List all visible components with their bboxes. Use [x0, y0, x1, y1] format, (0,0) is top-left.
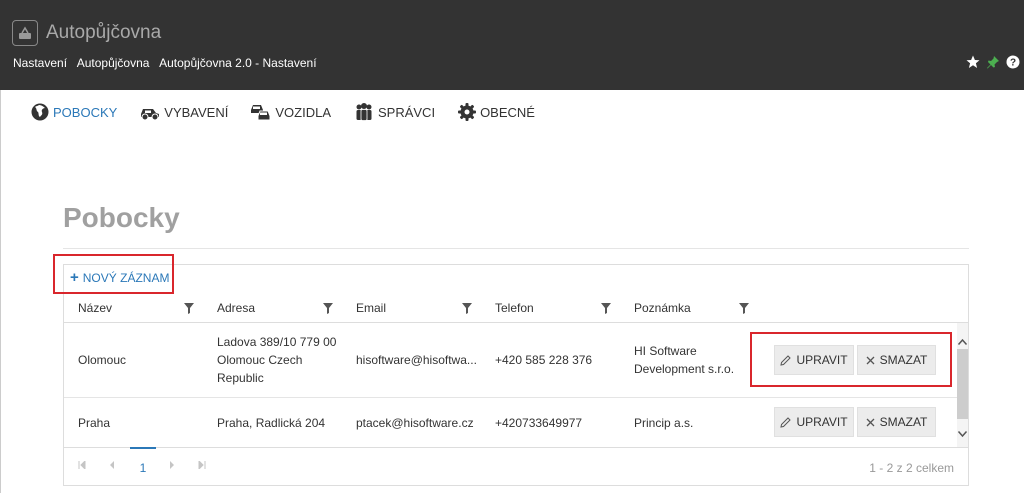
pencil-icon — [780, 416, 792, 428]
breadcrumb: Nastavení Autopůjčovna Autopůjčovna 2.0 … — [13, 56, 324, 70]
scrollbar-thumb[interactable] — [957, 349, 968, 419]
globe-icon — [31, 103, 49, 121]
nav-item-label: VOZIDLA — [275, 104, 331, 120]
settings-nav: POBOCKY VYBAVENÍ VOZIDLA SPRÁVCI OBECNÉ — [30, 102, 535, 122]
breadcrumb-item-rental[interactable]: Autopůjčovna — [77, 56, 150, 70]
breadcrumb-item-settings[interactable]: Nastavení — [13, 56, 67, 70]
users-icon — [356, 103, 372, 121]
edit-button[interactable]: UPRAVIT — [774, 407, 854, 437]
column-header-email[interactable]: Email — [356, 301, 386, 315]
app-logo-icon — [12, 20, 38, 46]
nav-item-equipment[interactable]: VYBAVENÍ — [139, 102, 228, 122]
svg-text:?: ? — [1010, 58, 1016, 69]
pin-icon[interactable] — [986, 55, 1000, 69]
vertical-scrollbar[interactable] — [957, 323, 968, 447]
pager-divider — [64, 447, 968, 448]
page-title: Pobocky — [63, 202, 180, 233]
last-page-icon[interactable] — [198, 459, 206, 471]
car-wheel-icon — [141, 109, 160, 121]
cell-note: Princip a.s. — [634, 416, 694, 430]
row-divider — [64, 397, 957, 398]
filter-icon[interactable] — [323, 301, 333, 319]
header-actions: ? — [966, 55, 1020, 69]
close-icon — [866, 418, 875, 426]
column-header-address[interactable]: Adresa — [217, 301, 255, 315]
cell-address: Praha, Radlická 204 — [217, 416, 326, 430]
pager-current-page[interactable]: 1 — [130, 447, 156, 485]
app-title: Autopůjčovna — [46, 22, 162, 43]
nav-item-label: SPRÁVCI — [377, 104, 436, 120]
app-header: Autopůjčovna Nastavení Autopůjčovna Auto… — [0, 0, 1024, 90]
address-line: Republic — [217, 371, 264, 385]
highlight-box-new-record — [53, 254, 174, 294]
nav-item-label: POBOCKY — [53, 104, 118, 120]
cell-phone: +420 585 228 376 — [495, 353, 593, 367]
cell-email: hisoftware@hisoftwa... — [356, 353, 477, 367]
star-icon[interactable] — [966, 55, 980, 69]
note-line: Development s.r.o. — [634, 362, 735, 376]
highlight-box-row-actions — [750, 332, 952, 387]
left-border — [0, 90, 1, 493]
column-header-phone[interactable]: Telefon — [495, 301, 534, 315]
cell-name: Praha — [78, 416, 111, 430]
cell-name: Olomouc — [78, 353, 127, 367]
first-page-icon[interactable] — [78, 459, 86, 471]
chevron-down-icon[interactable] — [957, 425, 968, 438]
delete-button[interactable]: SMAZAT — [857, 407, 936, 437]
header-divider — [64, 322, 968, 323]
nav-item-admins[interactable]: SPRÁVCI — [353, 102, 435, 122]
cell-email: ptacek@hisoftware.cz — [356, 416, 474, 430]
column-header-name[interactable]: Název — [78, 301, 112, 315]
nav-item-label: OBECNÉ — [480, 104, 535, 120]
nav-item-label: VYBAVENÍ — [164, 104, 229, 120]
nav-item-vehicles[interactable]: VOZIDLA — [250, 102, 331, 122]
filter-icon[interactable] — [739, 301, 749, 319]
cell-note: HI Software Development s.r.o. — [634, 342, 734, 378]
filter-icon[interactable] — [601, 301, 611, 319]
filter-icon[interactable] — [184, 301, 194, 319]
pager-info: 1 - 2 z 2 celkem — [869, 461, 954, 475]
chevron-up-icon[interactable] — [957, 333, 968, 345]
title-divider — [63, 248, 969, 249]
help-icon[interactable]: ? — [1006, 55, 1020, 69]
edit-label: UPRAVIT — [796, 415, 848, 429]
address-line: Olomouc Czech — [217, 353, 303, 367]
cell-address: Ladova 389/10 779 00 Olomouc Czech Repub… — [217, 333, 336, 387]
gear-icon — [458, 103, 477, 121]
nav-item-branches[interactable]: POBOCKY — [30, 102, 117, 122]
column-header-note[interactable]: Poznámka — [634, 301, 691, 315]
next-page-icon[interactable] — [169, 461, 175, 471]
nav-item-general[interactable]: OBECNÉ — [457, 102, 535, 122]
branches-grid: + NOVÝ ZÁZNAM Název Adresa Email Telefon… — [53, 254, 969, 486]
address-line: Ladova 389/10 779 00 — [217, 335, 337, 349]
delete-label: SMAZAT — [879, 415, 928, 429]
cars-icon — [251, 105, 271, 121]
filter-icon[interactable] — [462, 301, 472, 319]
cell-phone: +420733649977 — [495, 416, 583, 430]
previous-page-icon[interactable] — [109, 461, 115, 471]
breadcrumb-item-rental-settings[interactable]: Autopůjčovna 2.0 - Nastavení — [159, 56, 316, 70]
note-line: HI Software — [634, 344, 697, 358]
